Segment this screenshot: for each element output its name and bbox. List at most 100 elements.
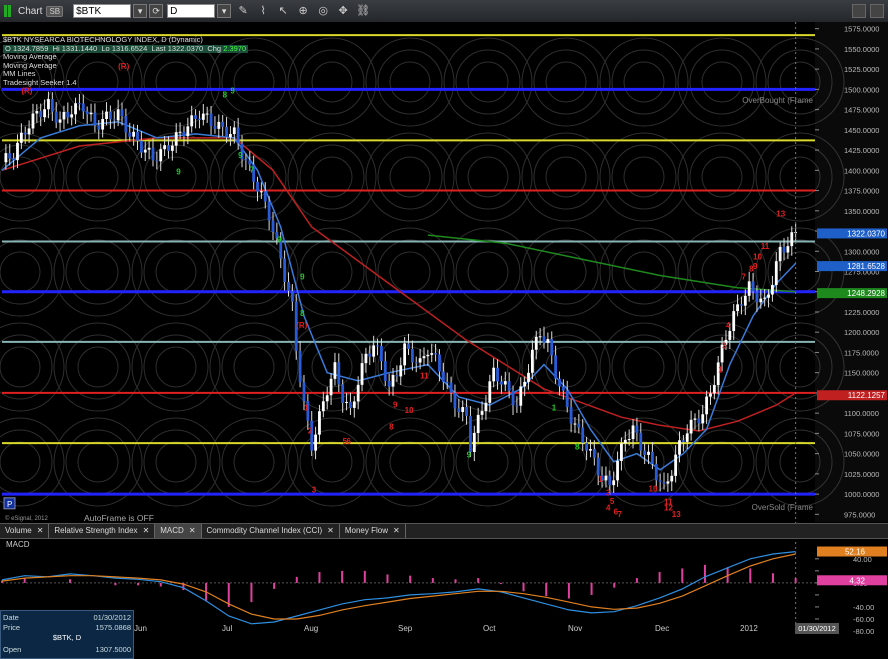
close-icon[interactable]: ✕ (143, 525, 150, 537)
interval-input[interactable]: D (167, 4, 216, 18)
candle-body (542, 336, 546, 343)
candle-body (592, 449, 596, 458)
data-window[interactable]: Date 01/30/2012 Price 1575.0868 $BTK, D … (0, 610, 134, 659)
candle-body (681, 440, 685, 442)
candle-body (74, 103, 77, 115)
candle-body (480, 411, 484, 415)
candle-body (380, 345, 383, 362)
y-tick-label: 1475.0000 (844, 106, 879, 115)
y-tick-label: 1350.0000 (844, 207, 879, 216)
candle-body (430, 353, 434, 355)
y-tick-label: 1200.0000 (844, 328, 879, 337)
minimize-icon[interactable] (852, 4, 866, 18)
close-icon[interactable] (870, 4, 884, 18)
candle-body (62, 112, 66, 120)
price-label-text: 1281.6528 (847, 262, 885, 271)
candle-body (81, 103, 85, 112)
y-tick-label: 1400.0000 (844, 166, 879, 175)
seeker-count: 8 (389, 422, 394, 431)
seeker-count: 11 (420, 371, 429, 380)
candle-body (604, 475, 608, 481)
y-tick-label: 1000.0000 (844, 490, 879, 499)
magnify-icon[interactable]: ⊕ (295, 3, 311, 19)
candle-body (178, 131, 182, 133)
candle-body (527, 372, 530, 382)
tab-rsi[interactable]: Relative Strength Index ✕ (49, 524, 156, 538)
candle-body (198, 118, 201, 120)
macd-histogram-bar (273, 582, 276, 589)
candle-body (410, 348, 414, 363)
candle-body (635, 425, 639, 433)
macd-histogram-bar (658, 572, 661, 583)
seeker-count: 10 (753, 252, 762, 261)
refresh-icon[interactable]: ⟳ (149, 4, 164, 18)
price-label-text: 1248.2928 (847, 289, 885, 298)
seeker-count: 1 (718, 366, 723, 375)
candle-body (190, 115, 194, 127)
candle-body (194, 115, 197, 119)
macd-histogram-bar (771, 573, 774, 583)
close-icon[interactable]: ✕ (327, 525, 334, 537)
tab-macd[interactable]: MACD ✕ (155, 524, 202, 538)
seeker-count: 6 (347, 437, 352, 446)
candle-body (736, 304, 739, 312)
symbol-dropdown-icon[interactable]: ▾ (133, 4, 148, 18)
oversold-label: OverSold (Frame (752, 503, 814, 512)
pencil-icon[interactable]: ✎ (235, 3, 251, 19)
macd-histogram-bar (69, 579, 72, 583)
candle-body (97, 125, 101, 130)
candle-body (740, 304, 743, 306)
seeker-count: 3 (312, 485, 317, 494)
close-icon[interactable]: ✕ (189, 525, 196, 537)
tab-cci[interactable]: Commodity Channel Index (CCI) ✕ (202, 524, 340, 538)
candle-body (546, 339, 550, 343)
price-chart[interactable]: 1575.00001550.00001525.00001500.00001475… (0, 22, 888, 659)
candle-body (643, 450, 647, 455)
candle-body (263, 191, 267, 202)
tab-money-flow[interactable]: Money Flow ✕ (340, 524, 406, 538)
seeker-count: 7 (618, 510, 623, 519)
macd-histogram-bar (749, 568, 752, 583)
link-icon[interactable]: ⛓ (355, 3, 371, 19)
seeker-count: 9 (176, 167, 181, 176)
candle-body (511, 390, 515, 406)
candle-body (449, 382, 453, 393)
candle-body (283, 258, 287, 283)
interval-dropdown-icon[interactable]: ▾ (217, 4, 232, 18)
candle-body (496, 367, 499, 382)
candle-body (558, 378, 561, 387)
close-icon[interactable]: ✕ (37, 525, 44, 537)
chart-app-icon (4, 5, 14, 17)
candle-body (631, 425, 635, 440)
tab-volume[interactable]: Volume ✕ (0, 524, 50, 538)
candle-body (39, 111, 43, 118)
seeker-count: 10 (405, 406, 414, 415)
candle-body (693, 418, 697, 420)
candle-body (751, 281, 755, 292)
candle-body (23, 132, 27, 135)
candle-body (782, 246, 786, 253)
candle-body (205, 113, 209, 115)
y-tick-label: 1150.0000 (844, 369, 879, 378)
macd-histogram-bar (567, 582, 570, 599)
candle-body (229, 134, 232, 138)
cursor-icon[interactable]: ↖ (275, 3, 291, 19)
candle-body (101, 119, 105, 130)
candle-body (434, 353, 437, 355)
macd-tick-label: -60.00 (853, 615, 874, 624)
candle-body (16, 142, 19, 161)
candle-body (341, 384, 345, 403)
close-icon[interactable]: ✕ (393, 525, 400, 537)
y-tick-label: 1175.0000 (844, 348, 879, 357)
x-tick-label: Sep (398, 624, 413, 633)
symbol-input[interactable]: $BTK (73, 4, 132, 18)
candle-body (519, 386, 523, 406)
target-icon[interactable]: ◎ (315, 3, 331, 19)
candle-body (167, 145, 170, 151)
candle-body (658, 480, 662, 483)
brush-icon[interactable]: ⌇ (255, 3, 271, 19)
seeker-count: 1 (598, 475, 603, 484)
seeker-count: 9 (753, 262, 758, 271)
candle-body (759, 298, 763, 303)
crosshair-icon[interactable]: ✥ (335, 3, 351, 19)
